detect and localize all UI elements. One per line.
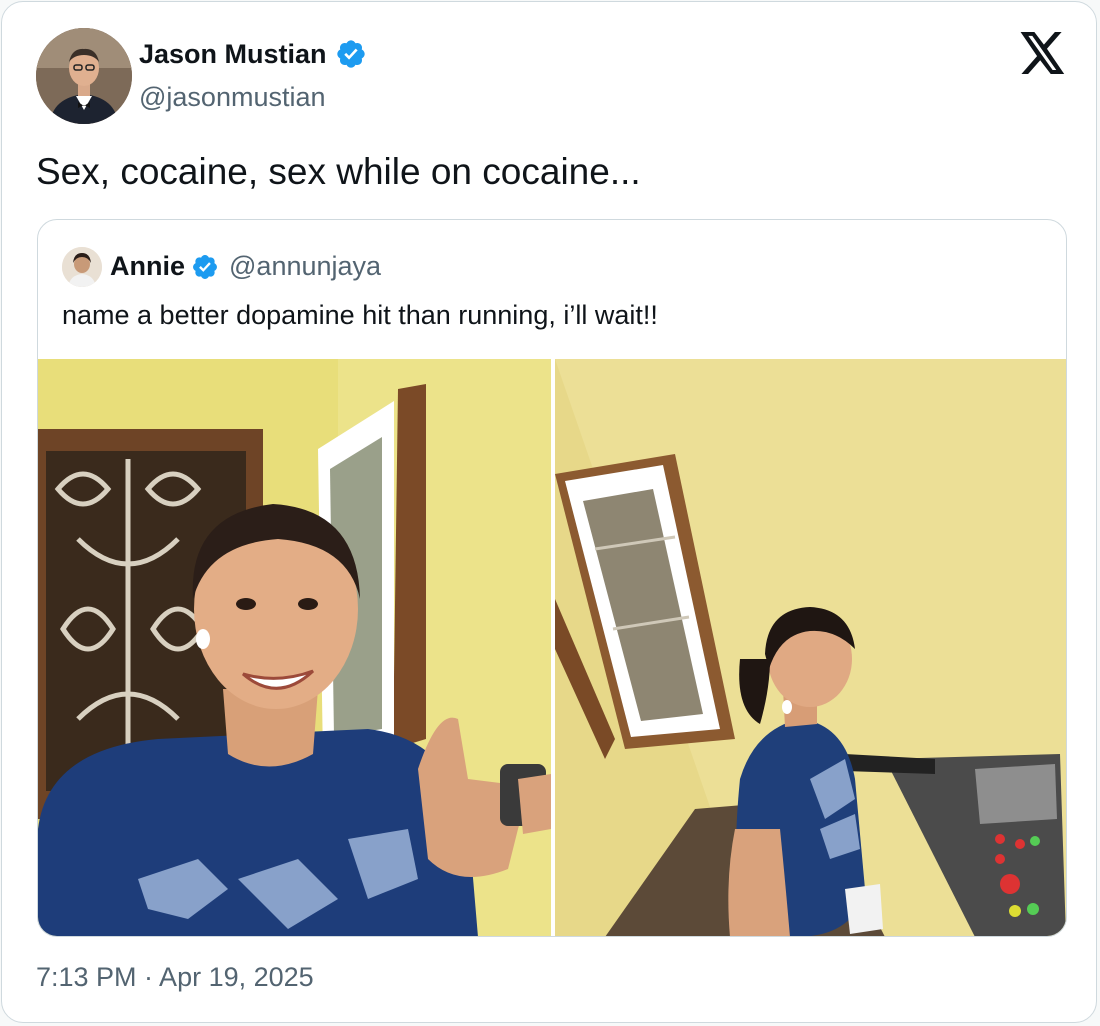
verified-badge-icon bbox=[193, 254, 217, 279]
tweet-text: Sex, cocaine, sex while on cocaine... bbox=[36, 151, 641, 192]
verified-badge-icon bbox=[336, 40, 365, 68]
photo-thumbs-up-selfie[interactable] bbox=[38, 359, 551, 936]
author-handle[interactable]: @jasonmustian bbox=[139, 82, 326, 113]
quoted-author-handle[interactable]: @annunjaya bbox=[229, 251, 381, 282]
author-name[interactable]: Jason Mustian bbox=[139, 39, 327, 70]
author-name-row[interactable]: Jason Mustian bbox=[139, 38, 367, 70]
tweet-timestamp[interactable]: 7:13 PM · Apr 19, 2025 bbox=[36, 962, 314, 993]
x-logo-icon[interactable] bbox=[1020, 32, 1066, 74]
photo-treadmill-running[interactable] bbox=[555, 359, 1066, 936]
tweet-card: Jason Mustian @jasonmustian Sex, cocaine… bbox=[1, 1, 1097, 1023]
quoted-author-avatar[interactable] bbox=[62, 247, 102, 287]
quoted-author-row[interactable]: Annie @annunjaya bbox=[110, 251, 381, 282]
media-grid bbox=[38, 359, 1066, 936]
quoted-tweet[interactable]: Annie @annunjaya name a better dopamine … bbox=[37, 219, 1067, 937]
author-avatar[interactable] bbox=[36, 28, 132, 124]
quoted-author-name[interactable]: Annie bbox=[110, 251, 185, 282]
quoted-tweet-text: name a better dopamine hit than running,… bbox=[62, 300, 658, 330]
